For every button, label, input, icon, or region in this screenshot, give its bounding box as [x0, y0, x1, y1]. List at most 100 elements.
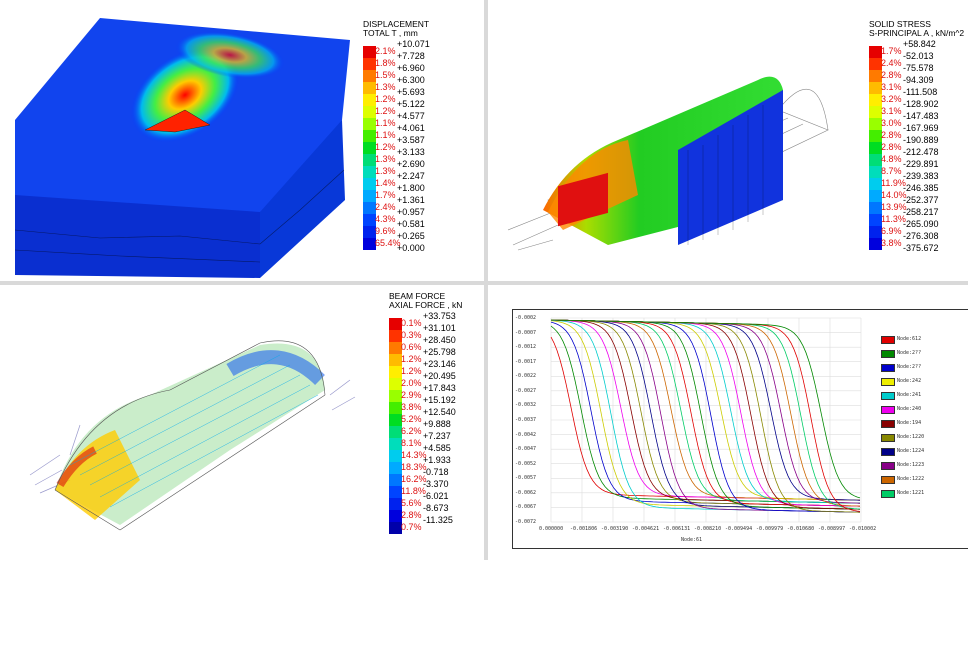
- legend-rows: 2.1% +10.071 1.8% +7.728 1.5% +6.960 1.3% +6.30…: [363, 39, 430, 253]
- legend-percent: 3.1%: [881, 81, 902, 92]
- legend-value: +2.690: [397, 158, 425, 169]
- y-tick-label: -0.0052: [515, 460, 537, 467]
- legend-value: +1.361: [397, 194, 425, 205]
- y-tick-label: -0.0057: [515, 475, 537, 482]
- y-tick-label: -0.0042: [515, 431, 537, 438]
- y-tick-label: -0.0062: [515, 489, 537, 496]
- x-tick-label: -0.004621: [632, 526, 660, 532]
- x-tick-label: -0.003190: [601, 526, 629, 532]
- legend-value: +12.540: [423, 406, 456, 417]
- legend-value: -52.013: [903, 50, 934, 61]
- legend-percent: 2.9%: [401, 389, 422, 400]
- x-tick-label: 0.000000: [539, 526, 564, 532]
- legend-value: +0.265: [397, 230, 425, 241]
- graph-legend-swatch: [881, 490, 895, 498]
- legend-percent: 1.2%: [401, 365, 422, 376]
- y-tick-label: -0.0047: [515, 446, 537, 453]
- legend-value: +17.843: [423, 382, 456, 393]
- solid-stress-legend: SOLID STRESS S-PRINCIPAL A , kN/m^2 1.7%…: [869, 20, 964, 253]
- legend-percent: 1.2%: [401, 353, 422, 364]
- legend-value: +25.798: [423, 346, 456, 357]
- legend-percent: 6.9%: [881, 225, 902, 236]
- x-tick-label: -0.009494: [725, 526, 753, 532]
- legend-value: +15.192: [423, 394, 456, 405]
- graph-frame: -0.0002 -0.0007 -0.0012 -0.0017 -0.0022 -0.00…: [512, 309, 968, 549]
- graph-legend-swatch: [881, 462, 895, 470]
- graph-legend-swatch: [881, 378, 895, 386]
- legend-value: -167.969: [903, 122, 939, 133]
- legend-value: +28.450: [423, 334, 456, 345]
- legend-value: +23.146: [423, 358, 456, 369]
- legend-value: +7.728: [397, 50, 425, 61]
- y-tick-label: -0.0037: [515, 417, 537, 423]
- legend-value: +33.753: [423, 310, 456, 321]
- legend-value: +5.693: [397, 86, 425, 97]
- graph-legend-label: Node:1221: [897, 490, 925, 496]
- graph-panel: -0.0002 -0.0007 -0.0012 -0.0017 -0.0022 -0.00…: [488, 285, 968, 560]
- legend-percent: 0.7%: [401, 521, 422, 532]
- y-tick-label: -0.0002: [515, 315, 537, 321]
- legend-percent: 4.8%: [881, 153, 902, 164]
- graph-legend-label: Node:1224: [897, 448, 925, 454]
- x-tick-label: -0.008997: [818, 526, 846, 532]
- legend-value: -239.383: [903, 170, 939, 181]
- y-tick-label: -0.0027: [515, 387, 537, 394]
- x-tick-label: -0.006131: [663, 526, 691, 532]
- legend-subtitle: TOTAL T , mm: [363, 27, 418, 38]
- legend-percent: 1.3%: [375, 81, 396, 92]
- settlement-curve: [550, 325, 861, 504]
- legend-percent: 3.8%: [401, 401, 422, 412]
- legend-percent: 3.8%: [881, 237, 902, 248]
- legend-value: -229.891: [903, 158, 939, 169]
- legend-percent: 9.6%: [375, 225, 396, 236]
- y-tick-label: -0.0032: [515, 402, 537, 409]
- legend-value: -8.673: [423, 502, 449, 513]
- legend-value: +9.888: [423, 418, 451, 429]
- legend-value: +2.247: [397, 170, 425, 181]
- graph-legend-label: Node:242: [897, 378, 922, 384]
- graph-legend-label: Node:2??: [897, 350, 922, 356]
- legend-value: -190.889: [903, 134, 939, 145]
- settlement-curve: [550, 319, 861, 510]
- legend-value: +4.585: [423, 442, 451, 453]
- legend-percent: 8.1%: [401, 437, 422, 448]
- x-tick-label: -0.010680: [787, 526, 815, 532]
- legend-percent: 3.1%: [881, 105, 902, 116]
- legend-percent: 5.2%: [401, 413, 422, 424]
- legend-percent: 2.8%: [401, 509, 422, 520]
- displacement-panel: DISPLACEMENT TOTAL T , mm 2.1% +10.071 1.8…: [0, 0, 484, 281]
- x-axis-label: Node:61: [681, 537, 703, 543]
- settlement-curve: [550, 319, 861, 510]
- legend-value: +5.122: [397, 98, 425, 109]
- legend-percent: 4.3%: [375, 213, 396, 224]
- graph-legend-label: Node:612: [897, 336, 922, 342]
- legend-subtitle: AXIAL FORCE , kN: [389, 299, 463, 310]
- legend-value-last: -375.672: [903, 242, 939, 253]
- legend-percent: 1.4%: [375, 177, 396, 188]
- legend-percent: 1.2%: [375, 105, 396, 116]
- settlement-curve: [550, 319, 861, 504]
- legend-value: -94.309: [903, 74, 934, 85]
- y-tick-label: -0.0017: [515, 358, 537, 365]
- legend-percent: 1.7%: [881, 45, 902, 56]
- settlement-curves: [550, 317, 862, 523]
- legend-value: -147.483: [903, 110, 939, 121]
- x-tick-label: -0.008210: [694, 526, 722, 532]
- legend-percent: 2.4%: [881, 57, 902, 68]
- legend-percent: 3.0%: [881, 117, 902, 128]
- legend-value: +3.133: [397, 146, 425, 157]
- graph-legend-swatch: [881, 350, 895, 358]
- legend-percent: 8.7%: [881, 165, 902, 176]
- solid-stress-tunnel-model: [507, 76, 829, 251]
- legend-percent: 1.2%: [375, 93, 396, 104]
- legend-value: -276.308: [903, 230, 939, 241]
- settlement-curve: [550, 319, 861, 510]
- graph-legend-swatch: [881, 406, 895, 414]
- graph-legend-label: Node:1222: [897, 476, 925, 482]
- graph-legend-label: Node:2??: [897, 364, 922, 370]
- x-tick-label: -0.001806: [570, 526, 598, 532]
- legend-value: +10.071: [397, 38, 430, 49]
- legend-percent: 2.0%: [401, 377, 422, 388]
- legend-percent: 2.8%: [881, 141, 902, 152]
- legend-value: -258.217: [903, 206, 939, 217]
